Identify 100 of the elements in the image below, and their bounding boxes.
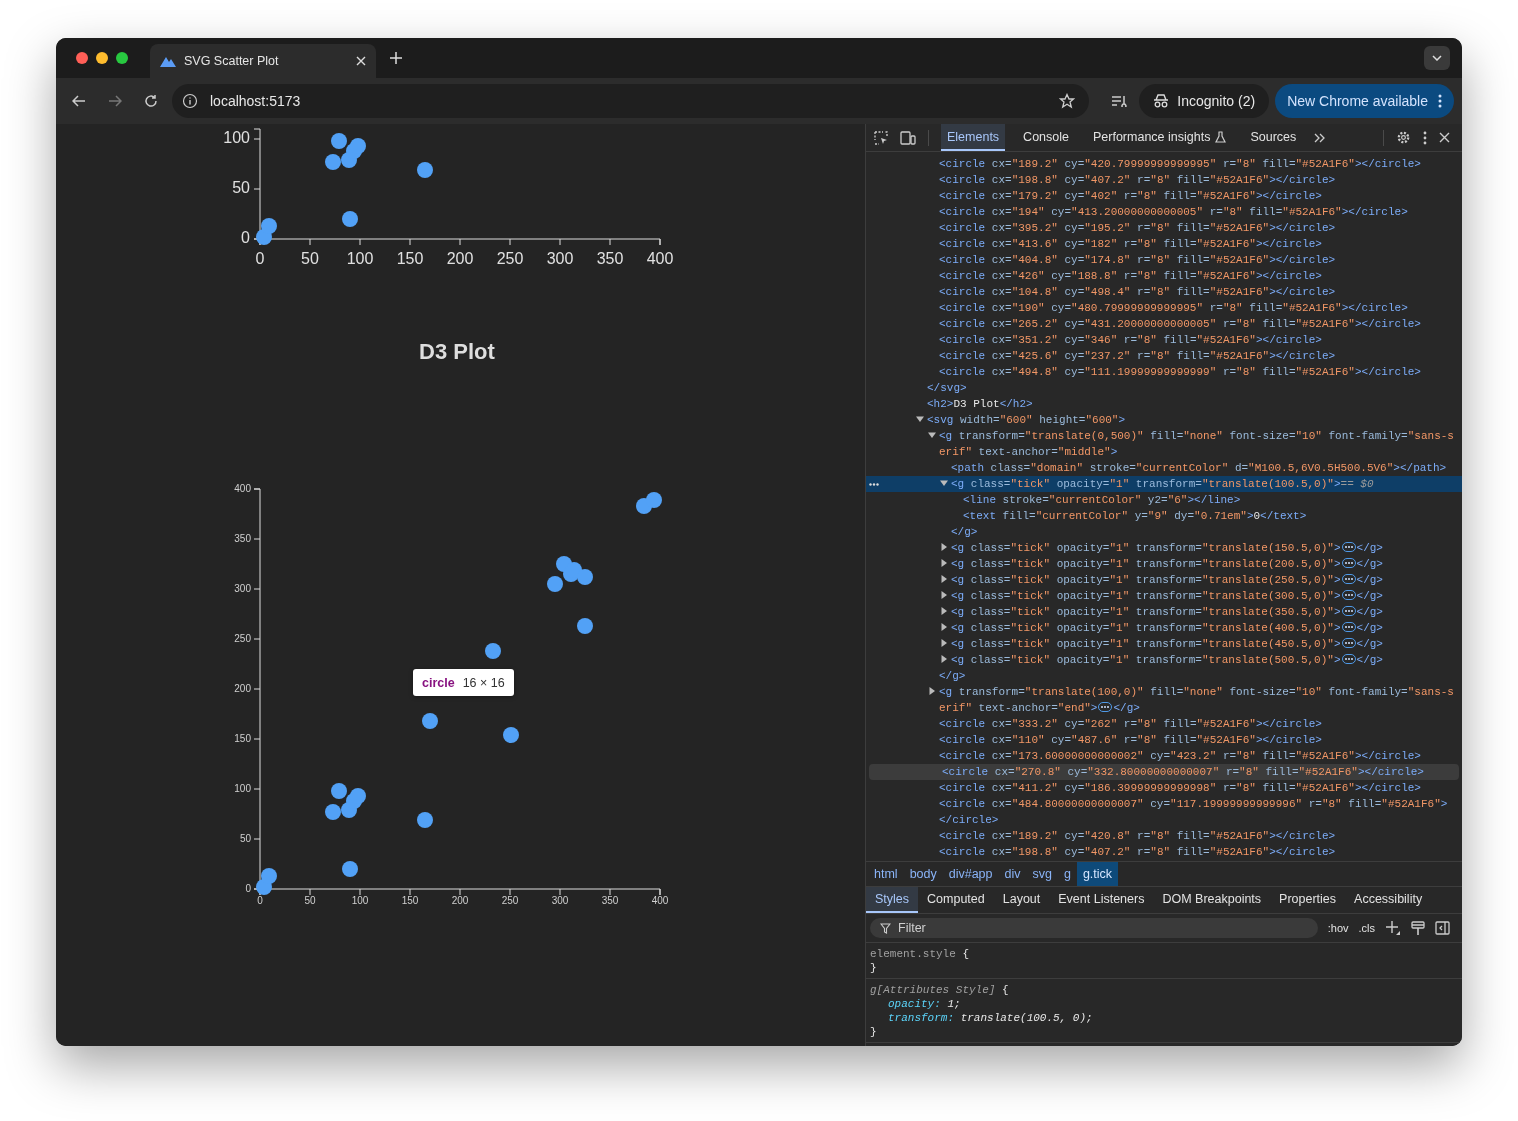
plus-icon[interactable]: [1385, 920, 1401, 936]
styles-pane-tab[interactable]: Styles: [866, 887, 919, 913]
dom-node-line[interactable]: <g class="tick" opacity="1" transform="translate(500.5,0)"> </g>: [866, 652, 1462, 668]
dom-node-line[interactable]: </svg>: [866, 380, 1462, 396]
dom-node-line[interactable]: </g>: [866, 524, 1462, 540]
dom-node-line[interactable]: <circle cx="484.80000000000007" cy="117.19999999999996" r="8" fill="#52A1F6"></circle>: [866, 796, 1462, 828]
dom-node-line[interactable]: <circle cx="425.6" cy="237.2" r="8" fill="#52A1F6"></circle>: [866, 348, 1462, 364]
css-value[interactable]: translate(100.5, 0);: [960, 1012, 1093, 1024]
zoom-window-button[interactable]: [116, 52, 128, 64]
dom-node-line[interactable]: <circle cx="104.8" cy="498.4" r="8" fill="#52A1F6"></circle>: [866, 284, 1462, 300]
dom-node-line[interactable]: <circle cx="265.2" cy="431.20000000000005" r="8" fill="#52A1F6"></circle>: [866, 316, 1462, 332]
dom-node-line[interactable]: <h2>D3 Plot</h2>: [866, 396, 1462, 412]
css-property[interactable]: transform:: [888, 1012, 954, 1024]
style-toggle-button[interactable]: .cls: [1358, 922, 1375, 934]
disclosure-triangle-icon[interactable]: [940, 639, 948, 647]
settings-icon[interactable]: [1396, 130, 1411, 145]
styles-pane-tab[interactable]: Computed: [918, 887, 994, 913]
forward-arrow-icon[interactable]: [108, 95, 122, 107]
close-icon[interactable]: [356, 56, 366, 66]
device-toolbar-icon[interactable]: [900, 130, 916, 145]
dom-node-line[interactable]: </g>: [866, 668, 1462, 684]
dom-node-line[interactable]: <circle cx="494.8" cy="111.19999999999999" r="8" fill="#52A1F6"></circle>: [866, 364, 1462, 380]
breadcrumb[interactable]: body: [903, 862, 943, 886]
star-icon[interactable]: [1059, 93, 1076, 109]
dom-node-line[interactable]: <circle cx="404.8" cy="174.8" r="8" fill="#52A1F6"></circle>: [866, 252, 1462, 268]
paint-roller-icon[interactable]: [1411, 920, 1425, 936]
breadcrumb[interactable]: g: [1057, 862, 1077, 886]
styles-pane-tab[interactable]: Layout: [993, 887, 1050, 913]
ellipsis-icon[interactable]: [1341, 638, 1356, 648]
styles-pane-tab[interactable]: DOM Breakpoints: [1153, 887, 1271, 913]
dom-node-line[interactable]: <circle cx="110" cy="487.6" r="8" fill="#52A1F6"></circle>: [866, 732, 1462, 748]
dom-node-line[interactable]: <circle cx="189.2" cy="420.8" r="8" fill="#52A1F6"></circle>: [866, 828, 1462, 844]
browser-tab[interactable]: SVG Scatter Plot: [150, 44, 376, 78]
dom-node-line[interactable]: <circle cx="395.2" cy="195.2" r="8" fill="#52A1F6"></circle>: [866, 220, 1462, 236]
dom-node-line[interactable]: <g class="tick" opacity="1" transform="translate(450.5,0)"> </g>: [866, 636, 1462, 652]
ellipsis-icon[interactable]: [1341, 622, 1356, 632]
breadcrumb[interactable]: g.tick: [1076, 862, 1119, 886]
styles-pane-tab[interactable]: Properties: [1270, 887, 1346, 913]
ellipsis-icon[interactable]: [1341, 590, 1356, 600]
ellipsis-icon[interactable]: [1341, 542, 1356, 552]
ellipsis-icon[interactable]: [1098, 702, 1113, 712]
dom-node-line[interactable]: <text fill="currentColor" y="9" dy="0.71em">0</text>: [866, 508, 1462, 524]
style-toggle-button[interactable]: :hov: [1327, 922, 1349, 934]
dom-node-line[interactable]: <g class="tick" opacity="1" transform="translate(300.5,0)"> </g>: [866, 588, 1462, 604]
dom-node-line[interactable]: <circle cx="190" cy="480.79999999999995" r="8" fill="#52A1F6"></circle>: [866, 300, 1462, 316]
kebab-menu-icon[interactable]: [1423, 130, 1427, 145]
disclosure-triangle-icon[interactable]: [940, 559, 948, 567]
dom-node-line[interactable]: <circle cx="189.2" cy="420.79999999999995" r="8" fill="#52A1F6"></circle>: [866, 156, 1462, 172]
dom-node-line[interactable]: <circle cx="198.8" cy="407.2" r="8" fill="#52A1F6"></circle>: [866, 172, 1462, 188]
back-arrow-icon[interactable]: [72, 95, 86, 107]
dom-node-line[interactable]: <circle cx="413.6" cy="182" r="8" fill="#52A1F6"></circle>: [866, 236, 1462, 252]
dom-node-line[interactable]: <g transform="translate(0,500)" fill="none" font-size="10" font-family="sans-serif" text-anchor="middle">: [866, 428, 1462, 460]
dom-node-line[interactable]: <g transform="translate(100,0)" fill="none" font-size="10" font-family="sans-serif" text-anchor="end"> </g>: [866, 684, 1462, 716]
dom-node-line[interactable]: <circle cx="198.8" cy="407.2" r="8" fill="#52A1F6"></circle>: [866, 844, 1462, 860]
tab-search-button[interactable]: [1424, 46, 1450, 70]
ellipsis-icon[interactable]: [1341, 606, 1356, 616]
disclosure-triangle-icon[interactable]: [940, 591, 948, 599]
dom-node-line[interactable]: <circle cx="333.2" cy="262" r="8" fill="#52A1F6"></circle>: [866, 716, 1462, 732]
dom-node-line[interactable]: <g class="tick" opacity="1" transform="translate(200.5,0)"> </g>: [866, 556, 1462, 572]
disclosure-triangle-icon[interactable]: [940, 543, 948, 551]
address-bar[interactable]: localhost:5173: [172, 84, 1090, 118]
breadcrumb[interactable]: div#app: [942, 862, 999, 886]
ellipsis-icon[interactable]: [1341, 654, 1356, 664]
update-chrome-button[interactable]: New Chrome available: [1275, 84, 1454, 118]
devtools-tab[interactable]: Performance insights: [1087, 124, 1233, 151]
disclosure-triangle-icon[interactable]: [928, 687, 936, 695]
close-icon[interactable]: [1439, 132, 1450, 143]
dom-node-line[interactable]: <circle cx="426" cy="188.8" r="8" fill="#52A1F6"></circle>: [866, 268, 1462, 284]
styles-pane-tab[interactable]: Accessibility: [1345, 887, 1432, 913]
disclosure-triangle-icon[interactable]: [916, 415, 924, 423]
plus-icon[interactable]: [390, 52, 402, 64]
disclosure-triangle-icon[interactable]: [940, 575, 948, 583]
ellipsis-icon[interactable]: [1341, 574, 1356, 584]
dom-node-line[interactable]: <circle cx="173.60000000000002" cy="423.2" r="8" fill="#52A1F6"></circle>: [866, 748, 1462, 764]
dom-node-line[interactable]: <svg width="600" height="600">: [866, 412, 1462, 428]
css-value[interactable]: 1;: [947, 998, 961, 1010]
dom-node-line[interactable]: <line stroke="currentColor" y2="6"></line>: [866, 492, 1462, 508]
devtools-tab[interactable]: Sources: [1244, 124, 1303, 151]
dom-node-line[interactable]: <circle cx="194" cy="413.20000000000005" r="8" fill="#52A1F6"></circle>: [866, 204, 1462, 220]
info-icon[interactable]: [182, 93, 198, 109]
dom-node-line[interactable]: <g class="tick" opacity="1" transform="translate(150.5,0)"> </g>: [866, 540, 1462, 556]
incognito-button[interactable]: Incognito (2): [1139, 84, 1270, 118]
media-list-icon[interactable]: [1111, 95, 1128, 107]
dom-node-line[interactable]: <circle cx="411.2" cy="186.39999999999998" r="8" fill="#52A1F6"></circle>: [866, 780, 1462, 796]
disclosure-triangle-icon[interactable]: [940, 623, 948, 631]
dom-node-line[interactable]: <circle cx="351.2" cy="346" r="8" fill="#52A1F6"></circle>: [866, 332, 1462, 348]
breadcrumb[interactable]: html: [868, 862, 904, 886]
disclosure-triangle-icon[interactable]: [928, 431, 936, 439]
ellipsis-icon[interactable]: [1341, 558, 1356, 568]
disclosure-triangle-icon[interactable]: [940, 479, 948, 487]
ellipsis-icon[interactable]: [869, 483, 879, 486]
minimize-window-button[interactable]: [96, 52, 108, 64]
filter-field[interactable]: Filter: [870, 918, 1318, 938]
dom-node-line[interactable]: <g class="tick" opacity="1" transform="translate(400.5,0)"> </g>: [866, 620, 1462, 636]
devtools-tab[interactable]: Elements: [941, 124, 1006, 151]
styles-pane-tab[interactable]: Event Listeners: [1049, 887, 1154, 913]
reload-icon[interactable]: [144, 94, 158, 108]
dom-node-line[interactable]: <g class="tick" opacity="1" transform="translate(250.5,0)"> </g>: [866, 572, 1462, 588]
sidebar-toggle-icon[interactable]: [1435, 921, 1450, 935]
disclosure-triangle-icon[interactable]: [940, 655, 948, 663]
